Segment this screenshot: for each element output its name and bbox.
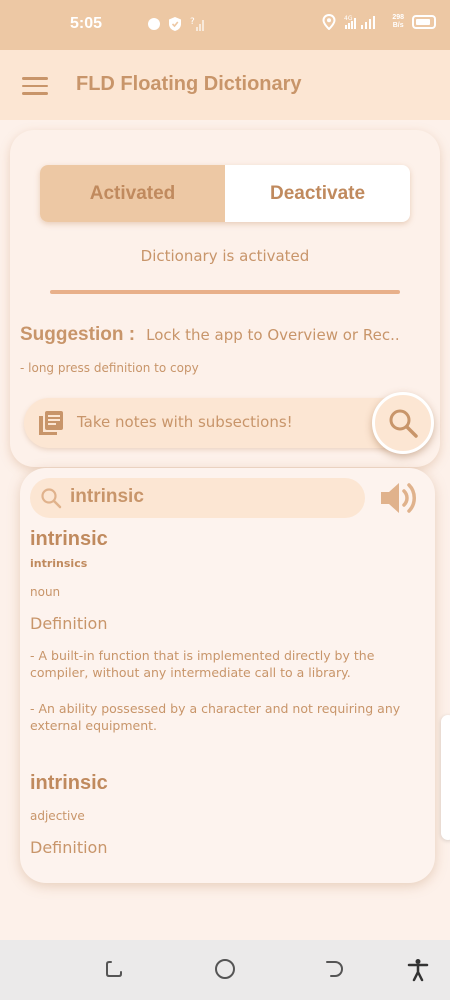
definition-heading: Definition — [30, 614, 108, 633]
part-of-speech: adjective — [30, 809, 85, 823]
svg-text:?: ? — [190, 17, 195, 27]
hamburger-menu-icon[interactable] — [22, 77, 48, 95]
entry-word: intrinsic — [30, 528, 108, 550]
system-nav-bar — [0, 940, 450, 1000]
divider — [50, 290, 400, 294]
svg-text:4G: 4G — [344, 15, 353, 22]
dictionary-card: intrinsic intrinsic intrinsics noun Defi… — [20, 468, 435, 883]
search-query[interactable]: intrinsic — [70, 486, 144, 508]
signal-icon: 4G — [344, 15, 376, 29]
home-icon[interactable] — [214, 958, 236, 980]
location-icon — [322, 14, 336, 30]
notes-library-icon — [39, 411, 63, 435]
definition-heading: Definition — [30, 838, 108, 857]
back-icon[interactable] — [325, 958, 345, 980]
net-speed: 298 B/s — [392, 14, 404, 30]
notes-bar[interactable]: Take notes with subsections! — [24, 398, 424, 448]
app-bar: FLD Floating Dictionary — [0, 50, 450, 120]
accessibility-icon[interactable] — [407, 958, 429, 982]
search-button[interactable] — [372, 392, 434, 454]
status-right-icons: 4G 298 B/s — [322, 14, 436, 30]
suggestion-row: Suggestion : Lock the app to Overview or… — [20, 324, 430, 346]
search-icon — [389, 409, 418, 438]
app-title: FLD Floating Dictionary — [76, 73, 302, 95]
search-field[interactable]: intrinsic — [30, 478, 365, 518]
definition-item[interactable]: - An ability possessed by a character an… — [30, 700, 425, 734]
deactivate-button[interactable]: Deactivate — [225, 165, 410, 222]
suggestion-text: Lock the app to Overview or Rec.. — [146, 326, 400, 344]
activated-button[interactable]: Activated — [40, 165, 225, 222]
entry-word: intrinsic — [30, 772, 108, 794]
copy-hint: - long press definition to copy — [20, 361, 199, 375]
floating-side-tab[interactable] — [441, 715, 450, 840]
activation-card: Activated Deactivate Dictionary is activ… — [10, 130, 440, 467]
search-icon — [41, 488, 62, 509]
speaker-icon[interactable] — [378, 480, 420, 516]
definition-item[interactable]: - A built-in function that is implemente… — [30, 647, 425, 681]
whatsapp-icon — [148, 18, 160, 30]
status-time: 5:05 — [70, 15, 103, 32]
status-bar: 5:05 ? 4G 298 B/s — [0, 0, 450, 50]
activation-status: Dictionary is activated — [140, 247, 310, 265]
battery-icon — [412, 15, 436, 29]
net-speed-value: 298 — [392, 14, 404, 21]
status-left-icons: ? — [106, 16, 206, 32]
no-signal-icon: ? — [190, 17, 204, 31]
shield-icon — [169, 17, 181, 31]
recent-apps-icon[interactable] — [105, 958, 125, 980]
activation-toggle: Activated Deactivate — [40, 165, 410, 222]
entry-form: intrinsics — [30, 557, 88, 570]
part-of-speech: noun — [30, 585, 61, 599]
net-speed-unit: B/s — [392, 22, 404, 29]
suggestion-label: Suggestion : — [20, 324, 136, 345]
notes-text: Take notes with subsections! — [77, 413, 293, 431]
